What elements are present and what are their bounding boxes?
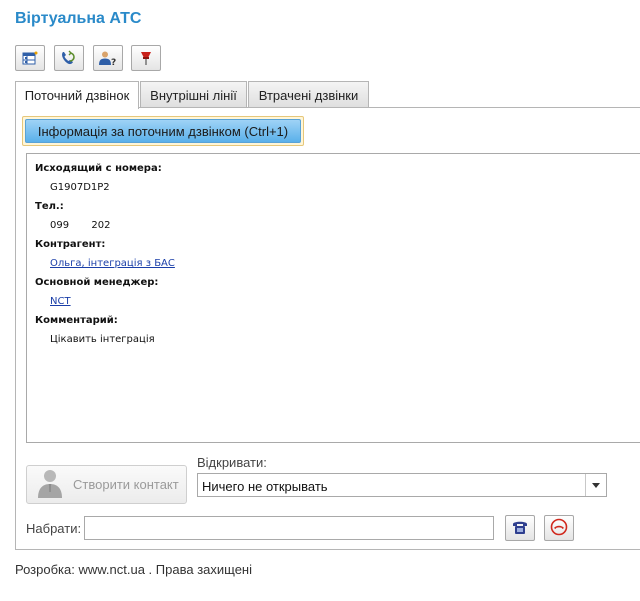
user-query-button[interactable]: ? [93,45,123,71]
counterparty-link[interactable]: Ольга, інтеграція з БАС [50,258,175,269]
call-details-box: Исходящий с номера: G1907D1P2 Тел.: 099 … [26,153,640,443]
phone-refresh-icon [60,50,78,66]
comment-label: Комментарий: [35,315,118,326]
counterparty-label: Контрагент: [35,239,106,250]
tab-current-call[interactable]: Поточний дзвінок [15,81,139,109]
from-number-value: G1907D1P2 [50,182,110,193]
phone-label: Тел.: [35,201,64,212]
manager-label: Основной менеджер: [35,277,159,288]
footer-copyright: Розробка: www.nct.ua . Права захищені [15,562,252,577]
current-call-info-button[interactable]: Інформація за поточним дзвінком (Ctrl+1) [22,116,304,146]
hangup-icon [550,518,568,539]
table-icon [22,51,38,65]
create-contact-button[interactable]: Створити контакт [26,465,187,504]
tab-missed-calls[interactable]: Втрачені дзвінки [248,81,369,108]
dial-label: Набрати: [26,521,82,536]
open-select[interactable]: Ничего не открывать [197,473,607,497]
table-view-button[interactable] [15,45,45,71]
tab-internal-lines[interactable]: Внутрішні лінії [140,81,247,108]
comment-value: Цікавить інтеграція [50,334,155,345]
manager-link[interactable]: NCT [50,296,71,307]
hangup-button[interactable] [544,515,574,541]
chevron-down-icon[interactable] [585,474,606,496]
dial-input[interactable] [84,516,494,540]
user-question-icon: ? [98,50,118,66]
pin-button[interactable] [131,45,161,71]
phone-value: 099 202 [50,220,111,231]
app-title: Віртуальна АТС [15,10,142,27]
from-number-label: Исходящий с номера: [35,163,162,174]
phone-refresh-button[interactable] [54,45,84,71]
telephone-icon [511,519,529,538]
open-select-value: Ничего не открывать [202,479,328,494]
svg-text:?: ? [111,58,116,66]
call-button[interactable] [505,515,535,541]
open-label: Відкривати: [197,455,267,470]
user-silhouette-icon [35,467,65,502]
red-pin-icon [139,50,153,66]
